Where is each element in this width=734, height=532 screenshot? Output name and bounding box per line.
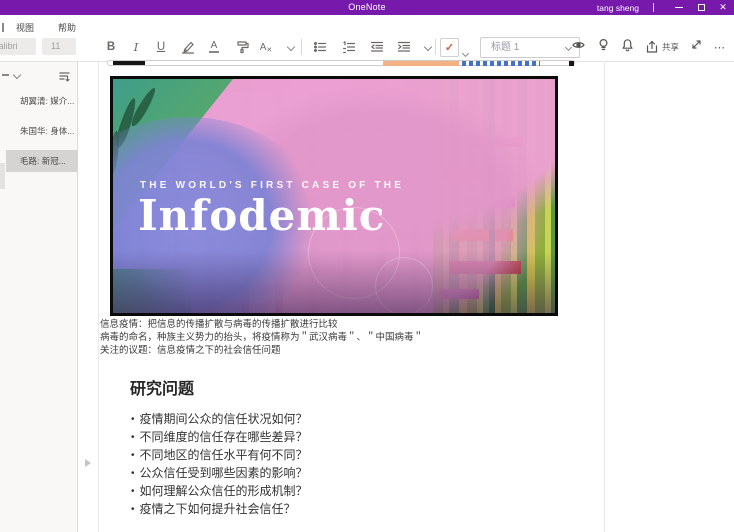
note-line[interactable]: 病毒的命名，种族主义势力的抬头，将疫情称为＂武汉病毒＂、＂中国病毒＂ xyxy=(100,331,570,344)
bold-button[interactable]: B xyxy=(100,37,122,57)
page-list-item[interactable]: 胡翼清: 媒介... xyxy=(0,90,78,112)
reading-view-button[interactable] xyxy=(571,38,586,57)
minimize-button[interactable] xyxy=(668,0,690,15)
question-item[interactable]: 不同地区的信任水平有何不同？ xyxy=(131,447,308,465)
minimize-icon xyxy=(675,7,683,8)
tag-checkbox[interactable]: ✓ xyxy=(440,38,459,57)
format-painter-icon xyxy=(235,40,249,54)
toolbar-divider xyxy=(301,39,302,55)
page-right-guide xyxy=(604,62,605,532)
maximize-icon xyxy=(698,4,705,11)
notebook-label-fragment xyxy=(2,74,9,76)
titlebar: OneNote tang sheng ✕ xyxy=(0,0,734,15)
eye-icon xyxy=(571,38,586,52)
onenote-window: OneNote tang sheng ✕ 视图 帮助 Calibri 11 B … xyxy=(0,0,734,532)
clear-formatting-icon: A xyxy=(260,42,267,53)
underline-button[interactable]: U xyxy=(150,37,172,57)
note-line[interactable]: 信息疫情：把信息的传播扩散与病毒的传播扩散进行比较 xyxy=(100,318,570,331)
question-item[interactable]: 如何理解公众信任的形成机制？ xyxy=(131,483,308,501)
format-painter-button[interactable] xyxy=(231,37,253,57)
font-color-icon: A xyxy=(211,41,218,51)
chevron-down-icon xyxy=(287,43,295,51)
note-line[interactable]: 关注的议题：信息疫情之下的社会信任问题 xyxy=(100,344,570,357)
menu-help[interactable]: 帮助 xyxy=(46,21,88,34)
titlebar-divider xyxy=(653,3,654,12)
question-item[interactable]: 疫情期间公众的信任状况如何？ xyxy=(131,411,308,429)
share-label: 共享 xyxy=(662,41,679,53)
fullscreen-icon xyxy=(690,38,703,51)
font-color-button[interactable]: A xyxy=(203,37,225,57)
bell-icon xyxy=(621,38,634,52)
font-name-combo[interactable]: Calibri xyxy=(0,38,36,55)
sort-icon xyxy=(58,70,71,83)
page-canvas[interactable]: THE WORLD'S FIRST CASE OF THE Infodemic … xyxy=(78,62,734,532)
close-button[interactable]: ✕ xyxy=(712,0,734,15)
share-button[interactable]: 共享 xyxy=(645,40,679,54)
sort-pages-button[interactable] xyxy=(58,70,71,88)
fullscreen-button[interactable] xyxy=(690,38,703,56)
check-icon: ✓ xyxy=(445,41,454,54)
notifications-button[interactable] xyxy=(621,38,634,57)
italic-button[interactable]: I xyxy=(125,37,147,57)
note-paragraphs[interactable]: 信息疫情：把信息的传播扩散与病毒的传播扩散进行比较 病毒的命名，种族主义势力的抬… xyxy=(100,318,570,357)
menu-view[interactable]: 视图 xyxy=(4,21,46,34)
highlighter-button[interactable] xyxy=(177,37,199,57)
highlighter-icon xyxy=(181,40,195,54)
numbered-list-icon xyxy=(342,40,356,54)
ribbon: 视图 帮助 Calibri 11 B I U A A✕ xyxy=(0,15,734,62)
page-list-item[interactable]: 朱国华: 身体... xyxy=(0,120,78,142)
notebook-dropdown-chevron[interactable] xyxy=(13,71,21,79)
sidebar-edge-fragment xyxy=(0,163,5,189)
question-list[interactable]: 疫情期间公众的信任状况如何？ 不同维度的信任存在哪些差异？ 不同地区的信任水平有… xyxy=(131,411,308,519)
bullet-list-button[interactable] xyxy=(309,37,331,57)
question-item[interactable]: 不同维度的信任存在哪些差异？ xyxy=(131,429,308,447)
image-kicker-text: THE WORLD'S FIRST CASE OF THE xyxy=(140,180,404,191)
clear-formatting-button[interactable]: A✕ xyxy=(255,37,277,57)
maximize-button[interactable] xyxy=(690,0,712,15)
question-item[interactable]: 公众信任受到哪些因素的影响？ xyxy=(131,465,308,483)
page-list-item-selected[interactable]: 毛路: 新冠... xyxy=(6,150,78,172)
chevron-down-icon xyxy=(462,50,469,57)
tag-dropdown-chevron[interactable] xyxy=(463,43,468,61)
page-left-guide xyxy=(98,62,99,532)
section-heading[interactable]: 研究问题 xyxy=(130,375,194,399)
tell-me-button[interactable] xyxy=(597,38,610,57)
question-item[interactable]: 疫情之下如何提升社会信任？ xyxy=(131,501,308,519)
paragraph-handle[interactable] xyxy=(85,459,91,467)
more-button[interactable]: ⋯ xyxy=(714,41,726,54)
indent-button[interactable] xyxy=(393,37,415,57)
infodemic-image[interactable]: THE WORLD'S FIRST CASE OF THE Infodemic xyxy=(110,76,558,316)
outdent-button[interactable] xyxy=(366,37,388,57)
account-name[interactable]: tang sheng xyxy=(591,3,653,13)
chevron-down-icon xyxy=(424,43,432,51)
share-icon xyxy=(645,40,659,54)
pages-sidebar: 胡翼清: 媒介... 朱国华: 身体... 毛路: 新冠... xyxy=(0,62,78,532)
style-dropdown[interactable]: 标题 1 xyxy=(480,37,580,58)
clipped-text-fragment xyxy=(113,61,145,65)
font-size-combo[interactable]: 11 xyxy=(42,38,76,55)
outdent-icon xyxy=(370,40,384,54)
toolbar-divider xyxy=(435,39,436,55)
bullet-list-icon xyxy=(313,40,327,54)
clipped-text-fragment xyxy=(569,61,574,66)
image-title-text: Infodemic xyxy=(138,191,385,240)
indent-icon xyxy=(397,40,411,54)
clipped-link-fragment xyxy=(462,61,540,66)
font-options-chevron[interactable] xyxy=(280,37,302,57)
clipped-highlight-fragment xyxy=(383,61,459,66)
lightbulb-icon xyxy=(597,38,610,52)
numbered-list-button[interactable] xyxy=(338,37,360,57)
style-selected-label: 标题 1 xyxy=(491,42,519,53)
